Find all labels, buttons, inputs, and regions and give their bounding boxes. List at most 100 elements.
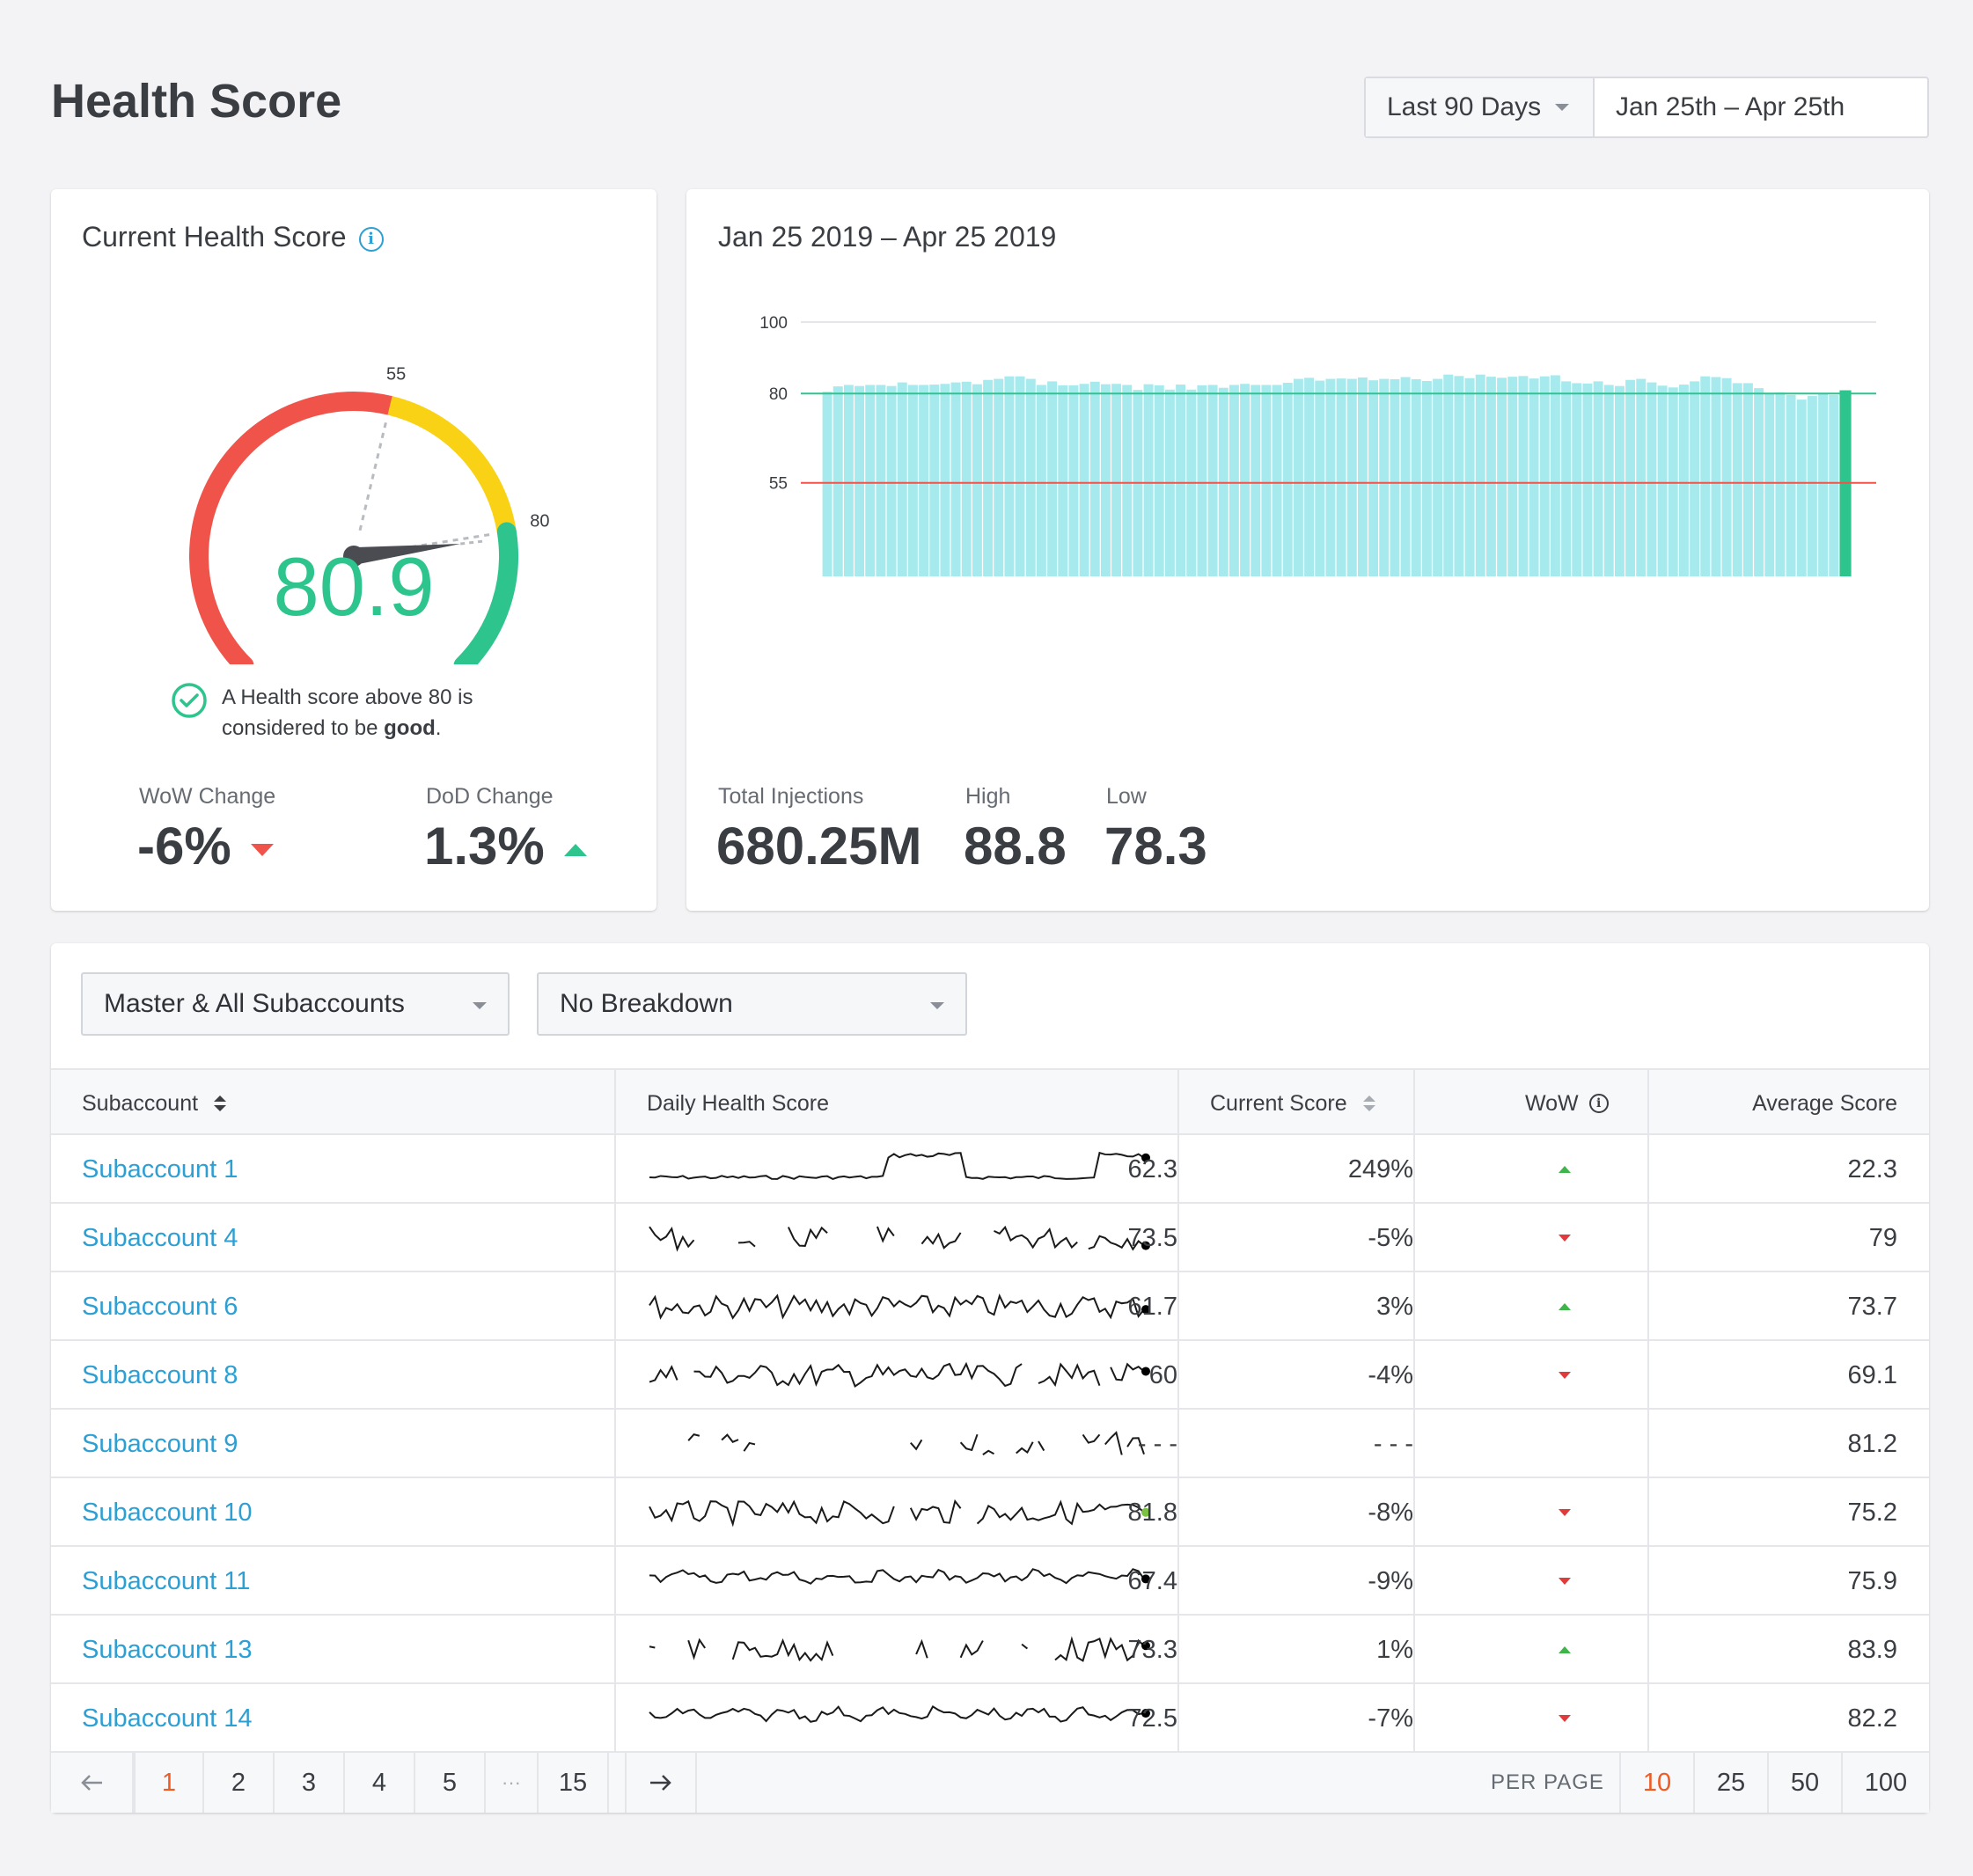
bar[interactable]: [1272, 385, 1282, 576]
bar[interactable]: [832, 386, 843, 576]
page-button[interactable]: 4: [345, 1753, 415, 1813]
bar[interactable]: [1539, 376, 1550, 576]
bar[interactable]: [994, 378, 1004, 576]
bar[interactable]: [1058, 385, 1068, 576]
bar[interactable]: [1518, 376, 1529, 576]
bar[interactable]: [1796, 399, 1807, 576]
bar[interactable]: [1625, 379, 1636, 576]
bar[interactable]: [1657, 385, 1668, 576]
account-filter-select[interactable]: Master & All Subaccounts: [81, 972, 510, 1036]
bar[interactable]: [1411, 378, 1421, 576]
bar[interactable]: [1818, 392, 1829, 576]
bar[interactable]: [1711, 377, 1721, 576]
bar[interactable]: [983, 379, 994, 576]
subaccount-link[interactable]: Subaccount 10: [82, 1478, 252, 1547]
info-icon[interactable]: i: [358, 226, 384, 252]
bar[interactable]: [822, 392, 832, 576]
bar[interactable]: [1572, 383, 1582, 576]
bar[interactable]: [1304, 377, 1315, 576]
bar[interactable]: [897, 382, 907, 576]
bar[interactable]: [1004, 376, 1015, 576]
bar[interactable]: [929, 385, 940, 576]
bar[interactable]: [1240, 384, 1251, 576]
bar[interactable]: [1251, 385, 1261, 576]
bar[interactable]: [1742, 383, 1753, 576]
bar[interactable]: [1603, 385, 1614, 576]
bar[interactable]: [1786, 394, 1796, 576]
bar[interactable]: [854, 385, 865, 576]
bar[interactable]: [865, 385, 876, 576]
subaccount-link[interactable]: Subaccount 14: [82, 1684, 252, 1753]
bar[interactable]: [1346, 378, 1357, 576]
bar[interactable]: [1593, 381, 1603, 576]
per-page-option[interactable]: 50: [1767, 1753, 1841, 1813]
bar[interactable]: [1047, 381, 1058, 576]
page-button[interactable]: 5: [415, 1753, 486, 1813]
bar[interactable]: [1475, 374, 1485, 576]
col-subaccount[interactable]: Subaccount: [82, 1070, 227, 1137]
bar[interactable]: [1036, 385, 1046, 576]
bar[interactable]: [1764, 392, 1775, 576]
bar[interactable]: [1732, 383, 1742, 576]
per-page-option[interactable]: 100: [1841, 1753, 1929, 1813]
bar[interactable]: [1229, 385, 1239, 576]
bar[interactable]: [1497, 377, 1507, 576]
bar[interactable]: [940, 384, 950, 576]
page-button[interactable]: 1: [134, 1753, 204, 1813]
bar[interactable]: [1485, 377, 1496, 576]
subaccount-link[interactable]: Subaccount 13: [82, 1616, 252, 1684]
bar[interactable]: [1700, 376, 1711, 576]
bar[interactable]: [1379, 378, 1390, 576]
bar[interactable]: [1829, 394, 1839, 576]
bar[interactable]: [1122, 385, 1133, 576]
col-current-score[interactable]: Current Score: [1210, 1070, 1375, 1137]
bar[interactable]: [1507, 377, 1518, 576]
bar[interactable]: [972, 384, 982, 576]
bar[interactable]: [1400, 377, 1411, 576]
bar[interactable]: [1079, 384, 1089, 576]
bar[interactable]: [1325, 378, 1336, 576]
bar[interactable]: [1154, 385, 1164, 576]
bar[interactable]: [1775, 392, 1786, 576]
bar[interactable]: [1336, 378, 1346, 576]
bar[interactable]: [1668, 387, 1678, 576]
bar[interactable]: [961, 381, 972, 576]
bar[interactable]: [1025, 378, 1036, 576]
bar[interactable]: [1690, 381, 1700, 576]
subaccount-link[interactable]: Subaccount 9: [82, 1410, 238, 1478]
bar[interactable]: [950, 382, 961, 576]
bar[interactable]: [1315, 380, 1325, 576]
next-page-button[interactable]: [625, 1753, 697, 1813]
bar[interactable]: [1143, 384, 1154, 576]
bar[interactable]: [1068, 385, 1079, 576]
bar[interactable]: [1561, 381, 1572, 576]
bar[interactable]: [1390, 378, 1400, 576]
per-page-option[interactable]: 10: [1619, 1753, 1693, 1813]
subaccount-link[interactable]: Subaccount 8: [82, 1341, 238, 1410]
bar[interactable]: [1261, 385, 1272, 576]
bar[interactable]: [1464, 377, 1475, 576]
bar[interactable]: [1176, 385, 1186, 576]
bar[interactable]: [1207, 385, 1218, 576]
prev-page-button[interactable]: [51, 1753, 134, 1813]
date-range-input[interactable]: Jan 25th – Apr 25th: [1595, 78, 1927, 136]
bar[interactable]: [1678, 385, 1689, 576]
bar[interactable]: [1197, 385, 1207, 576]
bar[interactable]: [886, 385, 897, 576]
bar[interactable]: [1421, 380, 1432, 576]
bar[interactable]: [1529, 378, 1539, 576]
bar[interactable]: [1100, 384, 1111, 576]
subaccount-link[interactable]: Subaccount 1: [82, 1135, 238, 1204]
subaccount-link[interactable]: Subaccount 11: [82, 1547, 250, 1616]
bar[interactable]: [1293, 378, 1303, 576]
sort-icon[interactable]: [214, 1096, 227, 1111]
bar[interactable]: [919, 385, 929, 576]
bar[interactable]: [1015, 376, 1025, 576]
bar[interactable]: [1282, 383, 1293, 576]
bar[interactable]: [843, 385, 854, 576]
bar[interactable]: [1433, 378, 1443, 576]
range-preset-dropdown[interactable]: Last 90 Days: [1366, 78, 1595, 136]
bar[interactable]: [1368, 380, 1379, 576]
bar[interactable]: [1357, 377, 1368, 576]
bar[interactable]: [1807, 396, 1817, 576]
